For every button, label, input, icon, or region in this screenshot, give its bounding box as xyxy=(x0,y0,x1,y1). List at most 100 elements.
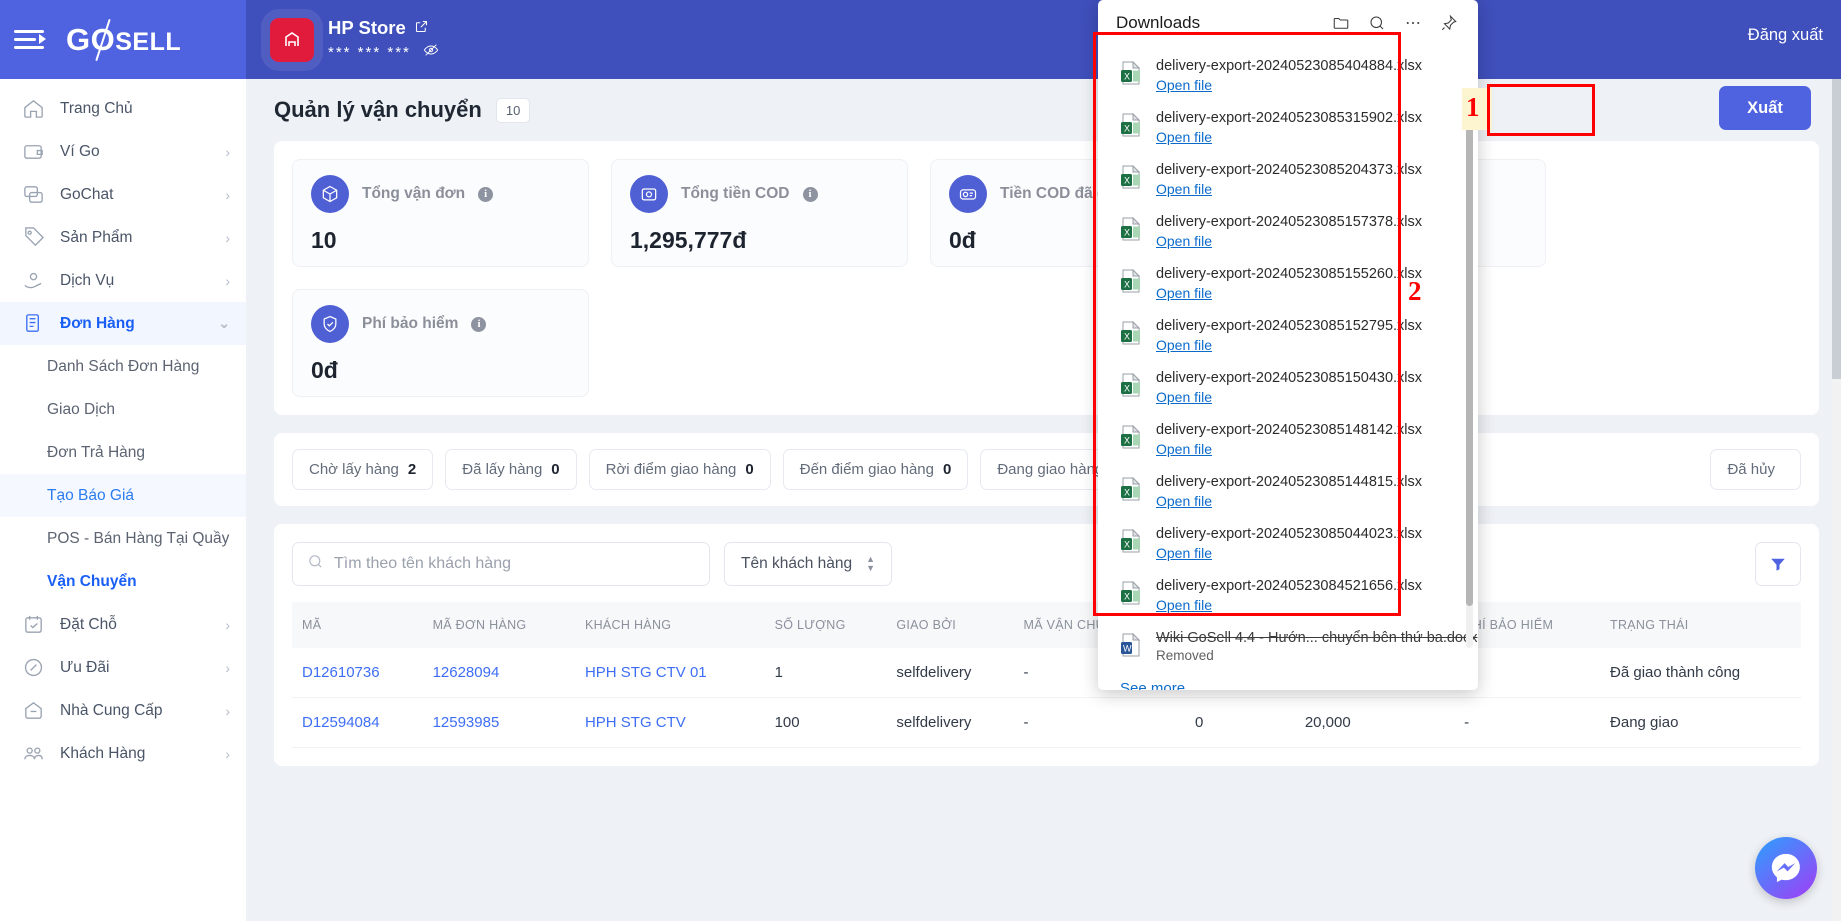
filter-button[interactable] xyxy=(1755,542,1801,586)
download-item[interactable]: X delivery-export-20240523085144815.xlsx… xyxy=(1098,466,1478,518)
tab-roi-diem-giao-hang[interactable]: Rời điểm giao hàng 0 xyxy=(588,449,771,490)
download-item[interactable]: X delivery-export-20240523085150430.xlsx… xyxy=(1098,362,1478,414)
sidebar-item-uu-dai[interactable]: Ưu Đãi › xyxy=(0,646,246,689)
download-item[interactable]: X delivery-export-20240523084521656.xlsx… xyxy=(1098,570,1478,622)
logout-button[interactable]: Đăng xuất xyxy=(1748,26,1823,45)
tab-da-huy[interactable]: Đã hủy xyxy=(1710,449,1801,490)
stat-card-tong-tien-cod: Tổng tiền COD i 1,295,777đ xyxy=(611,159,908,267)
col-giao-boi: GIAO BỞI xyxy=(886,602,1014,648)
pin-icon[interactable] xyxy=(1434,8,1464,38)
open-file-link[interactable]: Open file xyxy=(1156,129,1212,145)
sidebar-item-gochat[interactable]: GoChat › xyxy=(0,173,246,216)
search-field-select[interactable]: Tên khách hàng ▲ ▼ xyxy=(724,542,893,586)
open-file-link[interactable]: Open file xyxy=(1156,337,1212,353)
download-file-name: delivery-export-20240523085148142.xlsx xyxy=(1156,422,1423,438)
info-icon[interactable]: i xyxy=(478,186,494,202)
download-item[interactable]: X delivery-export-20240523085204373.xlsx… xyxy=(1098,154,1478,206)
app-root: GOSELL Trang Chủ Ví Go › GoChat › xyxy=(0,0,1841,921)
tab-cho-lay-hang[interactable]: Chờ lấy hàng 2 xyxy=(292,449,434,490)
stat-value: 1,295,777đ xyxy=(630,227,747,253)
cell-khach-hang[interactable]: HPH STG CTV xyxy=(575,698,765,748)
open-file-link[interactable]: Open file xyxy=(1156,597,1212,613)
sidebar-item-dich-vu[interactable]: Dịch Vụ › xyxy=(0,259,246,302)
filter-icon xyxy=(1771,558,1785,571)
menu-collapse-icon[interactable] xyxy=(14,27,48,53)
sidebar-subitem-giao-dich[interactable]: Giao Dịch xyxy=(0,388,246,431)
downloads-list[interactable]: X delivery-export-20240523085404884.xlsx… xyxy=(1098,46,1478,690)
more-options-icon[interactable] xyxy=(1398,8,1428,38)
tab-den-diem-giao-hang[interactable]: Đến điểm giao hàng 0 xyxy=(782,449,969,490)
cell-ma[interactable]: D12594084 xyxy=(292,698,423,748)
chevron-right-icon: › xyxy=(225,745,230,762)
open-file-link[interactable]: Open file xyxy=(1156,493,1212,509)
sidebar-subitem-pos[interactable]: POS - Bán Hàng Tại Quầy xyxy=(0,517,246,560)
sidebar-item-don-hang[interactable]: Đơn Hàng ⌄ xyxy=(0,302,246,345)
excel-file-icon: X xyxy=(1120,424,1142,449)
store-avatar xyxy=(270,17,314,62)
sidebar: GOSELL Trang Chủ Ví Go › GoChat › xyxy=(0,0,246,921)
sidebar-item-trang-chu[interactable]: Trang Chủ xyxy=(0,87,246,130)
shield-check-icon xyxy=(311,305,349,343)
service-icon xyxy=(20,268,46,294)
open-folder-icon[interactable] xyxy=(1326,8,1356,38)
tab-da-lay-hang[interactable]: Đã lấy hàng 0 xyxy=(445,449,577,490)
search-input[interactable] xyxy=(334,555,695,573)
sidebar-item-san-pham[interactable]: Sản Phẩm › xyxy=(0,216,246,259)
downloads-scrollbar[interactable] xyxy=(1466,88,1473,648)
home-icon xyxy=(20,96,46,122)
table-row[interactable]: D12594084 12593985 HPH STG CTV 100 selfd… xyxy=(292,698,1801,748)
open-file-link[interactable]: Open file xyxy=(1156,181,1212,197)
download-item[interactable]: X delivery-export-20240523085157378.xlsx… xyxy=(1098,206,1478,258)
download-item[interactable]: X delivery-export-20240523085315902.xlsx… xyxy=(1098,102,1478,154)
svg-text:W: W xyxy=(1123,643,1132,653)
download-item[interactable]: X delivery-export-20240523085404884.xlsx… xyxy=(1098,50,1478,102)
chevron-right-icon: › xyxy=(225,186,230,203)
cell-khach-hang[interactable]: HPH STG CTV 01 xyxy=(575,648,765,698)
sidebar-subitem-van-chuyen[interactable]: Vận Chuyển xyxy=(0,560,246,603)
open-file-link[interactable]: Open file xyxy=(1156,441,1212,457)
excel-file-icon: X xyxy=(1120,320,1142,345)
search-box[interactable] xyxy=(292,542,710,586)
sidebar-sublabel: Đơn Trả Hàng xyxy=(47,443,146,461)
open-file-link[interactable]: Open file xyxy=(1156,545,1212,561)
sidebar-item-vi-go[interactable]: Ví Go › xyxy=(0,130,246,173)
box-icon xyxy=(311,175,349,213)
table-header-row: MÃ MÃ ĐƠN HÀNG KHÁCH HÀNG SỐ LƯỢNG GIAO … xyxy=(292,602,1801,648)
sidebar-item-nha-cung-cap[interactable]: Nhà Cung Cấp › xyxy=(0,689,246,732)
svg-text:X: X xyxy=(1124,383,1130,393)
logo-text-sell: SELL xyxy=(115,27,182,56)
cod-settled-icon xyxy=(949,175,987,213)
download-item[interactable]: X delivery-export-20240523085044023.xlsx… xyxy=(1098,518,1478,570)
open-file-link[interactable]: Open file xyxy=(1156,77,1212,93)
annotation-number-1: 1 xyxy=(1466,92,1480,122)
eye-off-icon[interactable] xyxy=(423,42,439,62)
page-scrollbar[interactable] xyxy=(1832,79,1841,921)
cell-ma-don-hang[interactable]: 12593985 xyxy=(423,698,575,748)
cell-ma[interactable]: D12610736 xyxy=(292,648,423,698)
sidebar-subitem-don-tra-hang[interactable]: Đơn Trả Hàng xyxy=(0,431,246,474)
open-file-link[interactable]: Open file xyxy=(1156,389,1212,405)
sidebar-subitem-danh-sach-don-hang[interactable]: Danh Sách Đơn Hàng xyxy=(0,345,246,388)
external-link-icon[interactable] xyxy=(414,17,429,39)
download-item-removed[interactable]: W Wiki GoSell 4.4 - Hướn... chuyển bên t… xyxy=(1098,622,1478,672)
info-icon[interactable]: i xyxy=(471,316,487,332)
svg-text:X: X xyxy=(1124,591,1130,601)
table-row[interactable]: D12610736 12628094 HPH STG CTV 01 1 self… xyxy=(292,648,1801,698)
info-icon[interactable]: i xyxy=(802,186,818,202)
cell-ma-don-hang[interactable]: 12628094 xyxy=(423,648,575,698)
search-icon[interactable] xyxy=(1362,8,1392,38)
downloads-title: Downloads xyxy=(1116,13,1201,32)
export-button[interactable]: Xuất xyxy=(1719,86,1811,130)
sidebar-item-khach-hang[interactable]: Khách Hàng › xyxy=(0,732,246,775)
download-item[interactable]: X delivery-export-20240523085152795.xlsx… xyxy=(1098,310,1478,362)
see-more-link[interactable]: See more xyxy=(1120,680,1185,690)
svg-text:X: X xyxy=(1124,331,1130,341)
download-item[interactable]: X delivery-export-20240523085148142.xlsx… xyxy=(1098,414,1478,466)
sidebar-label: Ưu Đãi xyxy=(60,658,110,676)
sidebar-subitem-tao-bao-gia[interactable]: Tạo Báo Giá xyxy=(0,474,246,517)
open-file-link[interactable]: Open file xyxy=(1156,285,1212,301)
sidebar-item-dat-cho[interactable]: Đặt Chỗ › xyxy=(0,603,246,646)
open-file-link[interactable]: Open file xyxy=(1156,233,1212,249)
sidebar-label: Sản Phẩm xyxy=(60,228,133,246)
messenger-chat-button[interactable] xyxy=(1755,837,1817,899)
